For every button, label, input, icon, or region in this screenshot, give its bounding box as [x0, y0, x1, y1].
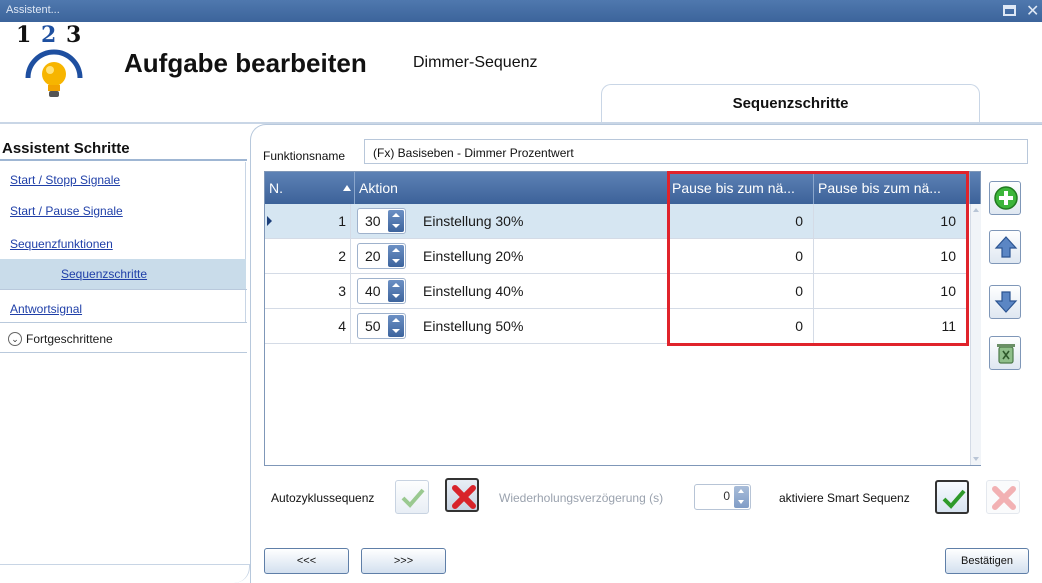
close-icon[interactable]: ✕ — [1026, 1, 1039, 20]
sidebar-item-start-pause-signale[interactable]: Start / Pause Signale — [10, 204, 123, 218]
current-row-indicator-icon — [267, 216, 272, 226]
stepper-down-icon[interactable] — [392, 259, 400, 263]
move-down-icon — [994, 291, 1018, 313]
wizard-sidebar: Assistent Schritte Start / Stopp Signale… — [0, 124, 250, 583]
sidebar-item-start-stopp-signale[interactable]: Start / Stopp Signale — [10, 173, 120, 187]
value-stepper[interactable]: 40 — [357, 278, 406, 304]
add-icon — [994, 186, 1018, 210]
cell-action: Einstellung 50% — [423, 318, 524, 334]
scroll-up-icon[interactable] — [973, 208, 979, 212]
move-up-button[interactable] — [989, 230, 1021, 264]
page-subtitle: Dimmer-Sequenz — [413, 54, 538, 71]
window-title: Assistent... — [6, 4, 60, 16]
cell-action: Einstellung 30% — [423, 213, 524, 229]
value-stepper[interactable]: 30 — [357, 208, 406, 234]
stepper-buttons[interactable] — [388, 315, 404, 337]
window-titlebar: Assistent... ✕ — [0, 0, 1042, 22]
cell-action: Einstellung 20% — [423, 248, 524, 264]
previous-step-button[interactable]: <<< — [264, 548, 349, 574]
smart-sequence-enable-button[interactable] — [935, 480, 969, 514]
stepper-up-icon[interactable] — [738, 489, 744, 493]
cell-n: 3 — [275, 274, 351, 309]
repeat-delay-stepper[interactable]: 0 — [694, 484, 751, 510]
stepper-up-icon[interactable] — [392, 318, 400, 322]
logo-digit-1: 1 — [16, 22, 33, 48]
stepper-down-icon[interactable] — [392, 329, 400, 333]
stepper-buttons[interactable] — [734, 486, 749, 508]
confirm-button[interactable]: Bestätigen — [945, 548, 1029, 574]
cross-icon — [452, 485, 476, 509]
sidebar-divider — [0, 322, 247, 323]
cell-n: 1 — [275, 204, 351, 239]
cell-n: 2 — [275, 239, 351, 274]
value-stepper[interactable]: 20 — [357, 243, 406, 269]
sidebar-footer — [0, 564, 250, 583]
autocycle-disable-button[interactable] — [445, 478, 479, 512]
sidebar-divider — [0, 352, 247, 353]
check-icon — [942, 489, 966, 509]
stepper-buttons[interactable] — [388, 245, 404, 267]
add-step-button[interactable] — [989, 181, 1021, 215]
logo-123: 1 2 3 — [16, 22, 82, 48]
check-icon — [401, 488, 425, 508]
smart-sequence-disable-button[interactable] — [986, 480, 1020, 514]
stepper-value: 40 — [365, 283, 381, 299]
column-header-n[interactable]: N. — [265, 172, 355, 204]
table-scrollbar[interactable] — [970, 204, 981, 465]
cell-action: Einstellung 40% — [423, 283, 524, 299]
tab-sequenzschritte[interactable]: Sequenzschritte — [601, 84, 980, 123]
autocycle-enable-button[interactable] — [395, 480, 429, 514]
sort-ascending-icon — [343, 185, 351, 191]
pause-columns-highlight — [667, 171, 969, 346]
logo-digit-3: 3 — [65, 22, 83, 48]
sidebar-divider — [0, 289, 247, 290]
chevron-down-icon: ⌄ — [8, 332, 22, 346]
repeat-delay-label: Wiederholungsverzögerung (s) — [499, 491, 664, 505]
tab-label: Sequenzschritte — [732, 95, 849, 112]
sidebar-advanced-label: Fortgeschrittene — [26, 332, 113, 346]
stepper-up-icon[interactable] — [392, 248, 400, 252]
stepper-down-icon[interactable] — [738, 500, 744, 504]
lightbulb-icon — [25, 49, 83, 97]
stepper-down-icon[interactable] — [392, 294, 400, 298]
stepper-buttons[interactable] — [388, 210, 404, 232]
scroll-down-icon[interactable] — [973, 457, 979, 461]
column-header-n-label: N. — [269, 180, 283, 196]
move-down-button[interactable] — [989, 285, 1021, 319]
maximize-icon[interactable] — [1003, 5, 1016, 16]
page-title: Aufgabe bearbeiten — [124, 48, 367, 78]
function-name-label: Funktionsname — [263, 149, 346, 163]
next-step-button[interactable]: >>> — [361, 548, 446, 574]
value-stepper[interactable]: 50 — [357, 313, 406, 339]
stepper-up-icon[interactable] — [392, 213, 400, 217]
stepper-value: 30 — [365, 213, 381, 229]
stepper-value: 20 — [365, 248, 381, 264]
move-up-icon — [994, 236, 1018, 258]
sidebar-item-sequenzschritte[interactable]: Sequenzschritte — [61, 267, 147, 281]
sidebar-heading-divider — [0, 159, 247, 161]
autocycle-label: Autozyklussequenz — [271, 491, 375, 505]
cell-n: 4 — [275, 309, 351, 344]
sidebar-item-sequenzfunktionen[interactable]: Sequenzfunktionen — [10, 237, 113, 251]
stepper-down-icon[interactable] — [392, 224, 400, 228]
logo-digit-2: 2 — [40, 22, 58, 48]
sidebar-advanced-toggle[interactable]: ⌄ Fortgeschrittene — [8, 332, 113, 346]
stepper-up-icon[interactable] — [392, 283, 400, 287]
sidebar-heading: Assistent Schritte — [2, 140, 130, 157]
column-header-aktion[interactable]: Aktion — [355, 172, 668, 204]
stepper-value: 50 — [365, 318, 381, 334]
repeat-delay-value: 0 — [723, 489, 730, 503]
stepper-buttons[interactable] — [388, 280, 404, 302]
delete-step-button[interactable] — [989, 336, 1021, 370]
smart-sequence-label: aktiviere Smart Sequenz — [779, 491, 910, 505]
delete-icon — [997, 344, 1015, 364]
function-name-field[interactable]: (Fx) Basiseben - Dimmer Prozentwert — [364, 139, 1028, 164]
cross-icon — [992, 486, 1016, 510]
sidebar-item-antwortsignal[interactable]: Antwortsignal — [10, 302, 82, 316]
